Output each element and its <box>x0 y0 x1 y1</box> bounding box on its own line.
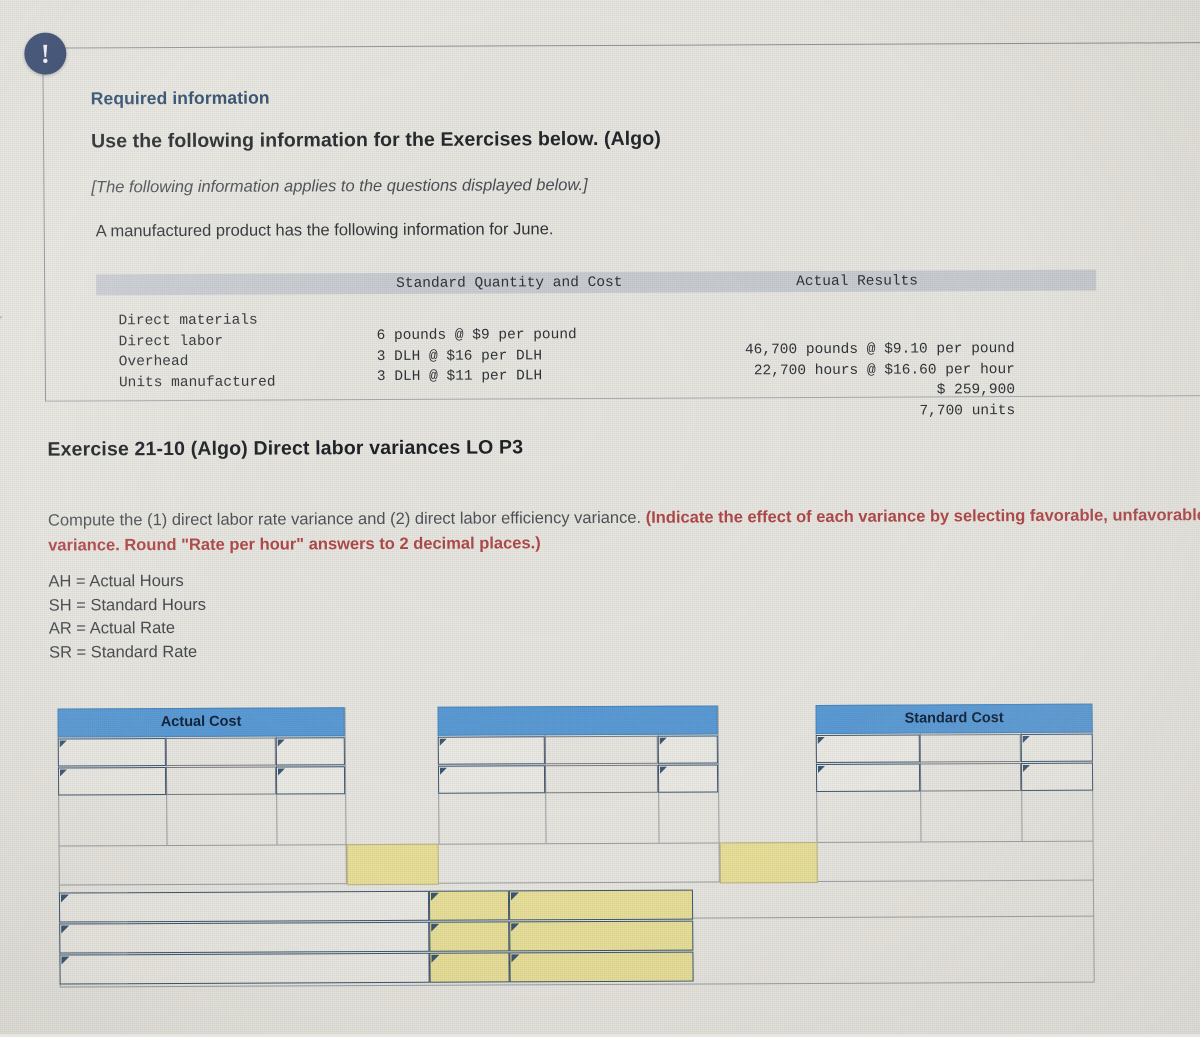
standard-cost-header: Standard Cost <box>815 703 1093 734</box>
operator-cell-6 <box>919 763 1022 792</box>
variance-effect-1[interactable] <box>508 889 694 921</box>
table-header-row: Standard Quantity and Cost Actual Result… <box>96 269 1097 296</box>
equals-highlight-2[interactable] <box>719 841 818 884</box>
column-header-actual: Actual Results <box>796 273 919 290</box>
sr-value-1[interactable] <box>1020 762 1094 792</box>
legend-line: SR = Standard Rate <box>48 642 198 662</box>
equals-highlight-1[interactable] <box>346 843 439 886</box>
variance-amount-2[interactable] <box>429 921 510 952</box>
row-label: Units manufactured <box>118 374 276 391</box>
ah-input-1[interactable] <box>57 738 166 767</box>
ah-value-1[interactable] <box>57 767 167 796</box>
row-actual: $ 259,900 <box>936 382 1016 399</box>
use-information-heading: Use the following information for the Ex… <box>90 127 661 153</box>
abbreviation-legend: AH = Actual Hours SH = Standard Hours AR… <box>48 570 206 665</box>
variance-amount-3[interactable] <box>429 952 510 983</box>
ar-value-1[interactable] <box>275 766 346 795</box>
sh-value-1[interactable] <box>815 763 921 792</box>
variance-answer-grid: Actual Cost Standard Cost <box>57 703 1137 988</box>
legend-line: AR = Actual Rate <box>48 619 176 638</box>
sheet-gridline <box>58 879 1094 886</box>
variance-amount-1[interactable] <box>428 890 510 921</box>
middle-header <box>437 705 718 736</box>
page-edge-arc <box>0 284 7 321</box>
exercise-prompt: Compute the (1) direct labor rate varian… <box>48 503 1200 559</box>
sr-input-1[interactable] <box>1020 733 1093 763</box>
exclamation-circle-icon: ! <box>24 32 67 75</box>
variance-label-row-2[interactable] <box>59 921 430 954</box>
mid-value-2[interactable] <box>657 764 719 793</box>
required-information-label: Required information <box>90 87 270 109</box>
actual-cost-block: Actual Cost <box>57 707 346 796</box>
variance-label-row-3[interactable] <box>59 952 430 985</box>
operator-cell-1 <box>165 737 276 767</box>
intro-text: A manufactured product has the following… <box>95 220 554 241</box>
standard-cost-block: Standard Cost <box>815 703 1094 792</box>
column-header-standard: Standard Quantity and Cost <box>396 274 623 292</box>
operator-cell-5 <box>919 734 1021 763</box>
mid-input-1[interactable] <box>437 736 545 765</box>
operator-cell-2 <box>165 766 277 796</box>
exercise-title: Exercise 21-10 (Algo) Direct labor varia… <box>47 436 524 461</box>
variance-label-row-1[interactable] <box>58 890 430 923</box>
standard-vs-actual-table: Standard Quantity and Cost Actual Result… <box>96 269 1097 419</box>
operator-cell-3 <box>544 735 658 765</box>
sh-input-1[interactable] <box>815 734 920 763</box>
ar-input-1[interactable] <box>275 737 345 766</box>
prompt-plain-text: Compute the (1) direct labor rate varian… <box>47 508 646 530</box>
middle-block <box>437 705 719 794</box>
operator-cell-4 <box>544 764 659 794</box>
actual-cost-header: Actual Cost <box>57 707 345 738</box>
applies-note: [The following information applies to th… <box>91 176 588 197</box>
row-actual: 7,700 units <box>919 402 1016 419</box>
mid-input-2[interactable] <box>657 735 718 764</box>
exclamation-glyph: ! <box>40 38 50 69</box>
sheet-gridline <box>58 840 1094 847</box>
variance-effect-2[interactable] <box>509 920 694 952</box>
legend-line: AH = Actual Hours <box>48 571 184 591</box>
mid-value-1[interactable] <box>437 765 546 794</box>
variance-effect-3[interactable] <box>509 951 694 983</box>
legend-line: SH = Standard Hours <box>48 595 207 615</box>
